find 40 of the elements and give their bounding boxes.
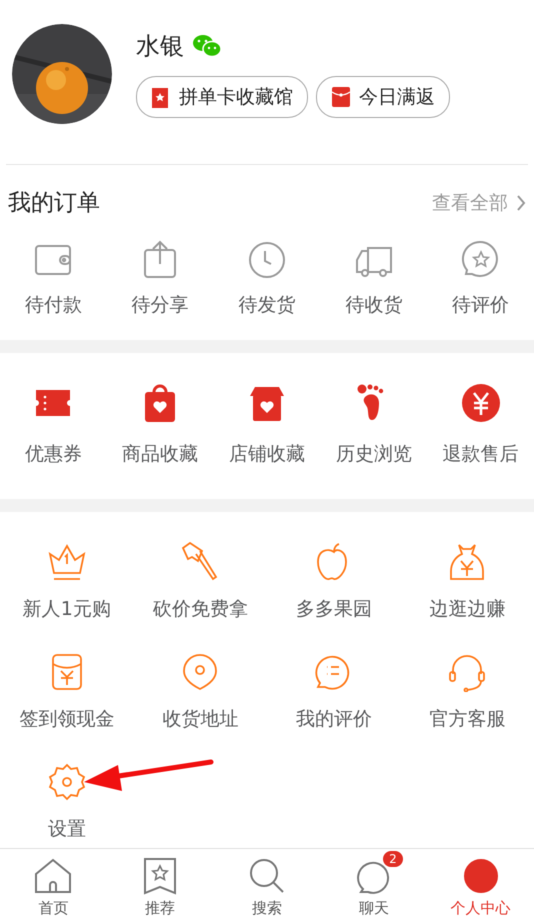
notification-badge: 2	[383, 851, 403, 867]
shortcut-item[interactable]: 店铺收藏	[214, 383, 320, 467]
profile-button[interactable]: 拼单卡收藏馆	[136, 76, 308, 118]
wechat-icon	[192, 34, 222, 58]
order-status-item[interactable]: 待收货	[320, 240, 428, 318]
service-item[interactable]: 新人1元购	[0, 542, 134, 622]
order-status-item[interactable]: 待发货	[214, 240, 320, 318]
profile-button[interactable]: 今日满返	[316, 76, 450, 118]
shortcut-item[interactable]: 历史浏览	[320, 383, 428, 467]
tab-bar-item[interactable]: 2 聊天	[324, 849, 424, 918]
service-item[interactable]: 边逛边赚	[400, 542, 534, 622]
clock-icon	[246, 240, 287, 280]
service-item[interactable]: 官方客服	[400, 652, 534, 732]
tab-bar-item[interactable]: 搜索	[216, 849, 317, 918]
order-status-item[interactable]: 待分享	[106, 240, 214, 318]
order-status-item[interactable]: 待评价	[427, 240, 534, 318]
user-name: 水银	[136, 31, 184, 62]
service-item[interactable]: 签到领现金	[0, 652, 134, 732]
settings-icon	[46, 762, 87, 802]
order-status-item[interactable]: 待付款	[0, 240, 107, 318]
star-bubble-icon	[460, 240, 501, 280]
search-icon	[248, 857, 286, 895]
chevron-right-icon	[516, 194, 526, 212]
section-title: 我的订单	[8, 189, 100, 218]
tab-bar-item[interactable]: 推荐	[110, 849, 210, 918]
tab-bar-item[interactable]: 首页	[3, 849, 104, 918]
yen-coin-icon	[460, 383, 501, 423]
service-item[interactable]: 我的评价	[267, 652, 400, 732]
shortcut-item[interactable]: 退款售后	[427, 383, 534, 467]
headset-icon	[447, 652, 488, 692]
shortcut-item[interactable]: 商品收藏	[106, 383, 214, 467]
shortcut-item[interactable]: 优惠券	[0, 383, 107, 467]
service-item[interactable]: 设置	[0, 762, 134, 842]
service-item[interactable]: 多多果园	[267, 542, 400, 622]
crown-icon	[46, 542, 87, 582]
envelope-icon	[331, 86, 351, 108]
service-item[interactable]: 砍价免费拿	[134, 542, 267, 622]
home-icon	[34, 857, 72, 895]
service-item[interactable]: 收货地址	[134, 652, 267, 732]
tab-bar-item[interactable]: 个人中心	[430, 849, 531, 918]
